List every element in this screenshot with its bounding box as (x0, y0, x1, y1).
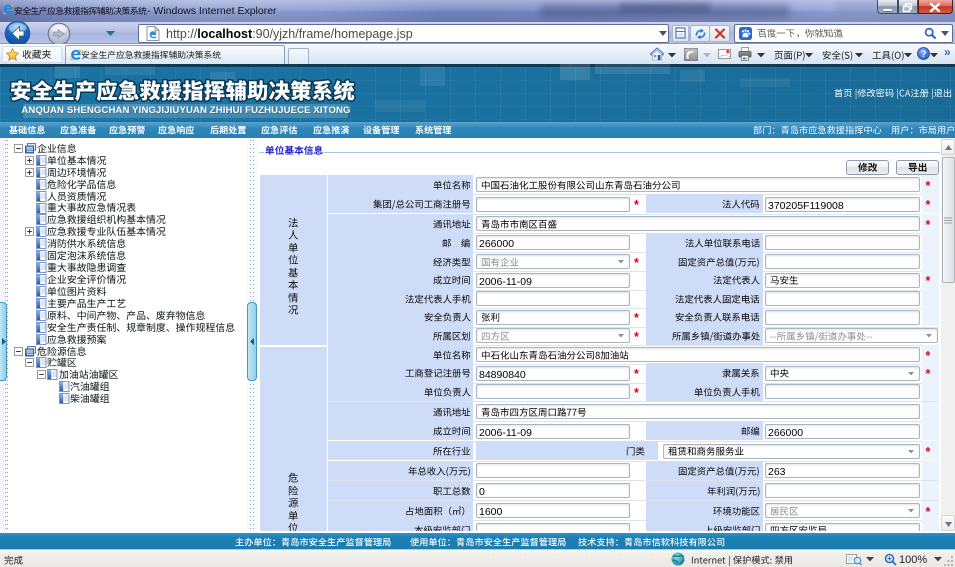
svg-text:?: ? (921, 49, 927, 60)
